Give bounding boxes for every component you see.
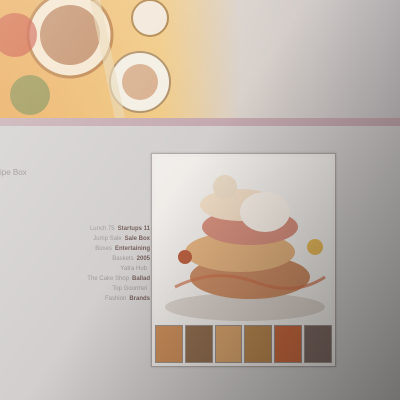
detail-row: Lunch 75 Startups 11 <box>89 226 150 232</box>
detail-row: Fashion Brands <box>104 296 150 302</box>
thumbnail-strip <box>155 325 332 363</box>
detail-row: Yatra Hub <box>120 266 147 272</box>
detail-row: Boxes Entertaining <box>95 246 150 252</box>
thumbnail-image[interactable] <box>304 325 332 363</box>
banner-food-illustration <box>0 0 171 118</box>
thumbnail-image[interactable] <box>214 325 243 363</box>
product-title: ipe Box <box>0 168 27 177</box>
product-gallery <box>151 153 336 367</box>
thumbnail-image[interactable] <box>244 325 273 363</box>
detail-row: Jump Sale Sale Box <box>93 236 150 242</box>
detail-row: Top Gourmet <box>112 286 147 292</box>
detail-row: The Cake Shop Ballad <box>87 276 150 282</box>
detail-row: Baskets 2005 <box>112 256 150 262</box>
thumbnail-image[interactable] <box>155 325 183 363</box>
product-details: Lunch 75 Startups 11 Jump Sale Sale Box Bo… <box>0 224 150 304</box>
banner-divider <box>0 118 400 126</box>
thumbnail-image[interactable] <box>184 325 213 363</box>
main-product-photo[interactable] <box>155 157 332 324</box>
thumbnail-image[interactable] <box>274 325 303 363</box>
header-banner <box>0 0 400 118</box>
